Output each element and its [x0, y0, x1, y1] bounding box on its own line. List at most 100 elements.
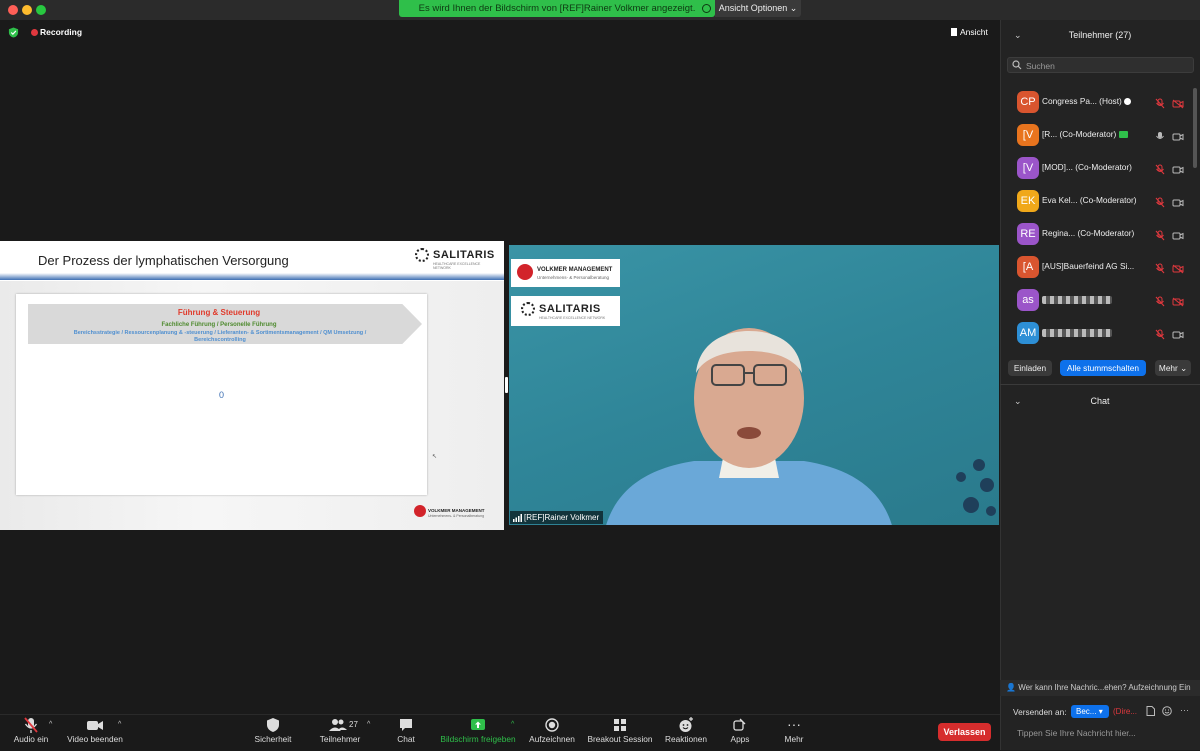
participants-icon [329, 719, 347, 731]
participant-row[interactable]: RE Regina... (Co-Moderator) [1000, 218, 1190, 250]
participants-count: 27 [349, 720, 358, 729]
participant-row[interactable]: [V [R... (Co-Moderator) [1000, 119, 1190, 151]
slide-detail: Bereichsstrategie / Ressourcenplanung & … [73, 330, 367, 343]
camera-off-icon[interactable] [1172, 294, 1184, 312]
participant-row[interactable]: as [1000, 284, 1190, 316]
recording-dot-icon [31, 29, 38, 36]
camera-icon[interactable] [1172, 327, 1184, 345]
camera-icon[interactable] [1172, 228, 1184, 246]
file-icon[interactable] [1146, 706, 1155, 716]
microphone-muted-icon[interactable] [1155, 294, 1165, 312]
security-button[interactable]: Sicherheit [250, 716, 296, 748]
participants-button[interactable]: 27 Teilnehmer [314, 716, 366, 748]
invite-button[interactable]: Einladen [1008, 360, 1052, 376]
salitaris-mark-icon [415, 248, 429, 262]
microphone-muted-icon[interactable] [1155, 96, 1165, 114]
chat-label: Chat [397, 734, 415, 744]
chat-title: Chat [1090, 396, 1110, 406]
person-icon: 👤 [1006, 683, 1016, 692]
recording-label[interactable]: Recording [40, 27, 82, 37]
more-options-icon[interactable]: ··· [1180, 705, 1189, 715]
participant-row[interactable]: [V [MOD]... (Co-Moderator) [1000, 152, 1190, 184]
microphone-icon[interactable] [1155, 129, 1165, 147]
participant-row[interactable]: [A [AUS]Bauerfeind AG Si... [1000, 251, 1190, 283]
salitaris-logo: SALITARIS HEALTHCARE EXCELLENCE NETWORK [413, 245, 495, 271]
cursor-icon: ↖ [432, 454, 438, 460]
participant-search-input[interactable] [1024, 58, 1188, 74]
audio-options-caret-icon[interactable]: ^ [49, 721, 52, 728]
view-button[interactable]: Ansicht [951, 27, 988, 37]
participant-name [1042, 294, 1112, 304]
microphone-muted-icon[interactable] [1155, 162, 1165, 180]
participant-row[interactable]: AM [1000, 317, 1190, 349]
share-screen-button[interactable]: Bildschirm freigeben [436, 716, 520, 748]
view-label: Ansicht [960, 27, 988, 37]
chat-button[interactable]: Chat [390, 716, 422, 748]
mute-all-button[interactable]: Alle stummschalten [1060, 360, 1146, 376]
microphone-muted-icon[interactable] [1155, 261, 1165, 279]
avatar: RE [1017, 223, 1039, 245]
participant-row[interactable]: EK Eva Kel... (Co-Moderator) [1000, 185, 1190, 217]
volkmer-mark-icon [414, 505, 426, 517]
maximize-window-button[interactable] [36, 5, 46, 15]
participant-person-image [606, 328, 892, 525]
camera-off-icon[interactable] [1172, 261, 1184, 279]
shared-slide: Der Prozess der lymphatischen Versorgung… [0, 241, 504, 530]
view-layout-icon [951, 28, 957, 36]
send-to-dropdown[interactable]: Bec... ▾ [1071, 705, 1109, 718]
participants-options-caret-icon[interactable]: ^ [367, 721, 370, 728]
camera-off-icon[interactable] [1172, 96, 1184, 114]
chevron-down-icon: ▾ [1098, 707, 1103, 716]
more-button[interactable]: ··· Mehr [780, 716, 808, 748]
microphone-muted-icon[interactable] [1155, 327, 1165, 345]
share-screen-icon [471, 719, 485, 730]
participants-scrollbar[interactable] [1193, 88, 1197, 168]
screen-share-banner: Es wird Ihnen der Bildschirm von [REF]Ra… [399, 0, 715, 17]
apps-button[interactable]: Apps [726, 716, 754, 748]
camera-icon[interactable] [1172, 129, 1184, 147]
avatar: [A [1017, 256, 1039, 278]
share-banner-text: Es wird Ihnen der Bildschirm von [REF]Ra… [418, 3, 696, 14]
camera-icon[interactable] [1172, 162, 1184, 180]
split-view-handle[interactable] [505, 377, 508, 393]
share-options-caret-icon[interactable]: ^ [511, 721, 514, 728]
share-screen-label: Bildschirm freigeben [440, 734, 516, 744]
participant-name: Eva Kel... (Co-Moderator) [1042, 195, 1137, 205]
chat-header: ⌄ Chat [1000, 393, 1200, 411]
redacted-name [1042, 295, 1112, 304]
avatar: AM [1017, 322, 1039, 344]
avatar: EK [1017, 190, 1039, 212]
video-button[interactable]: Video beenden [64, 716, 126, 748]
view-options-button[interactable]: Ansicht Optionen ⌄ [715, 0, 801, 17]
chat-message-input[interactable] [1015, 725, 1189, 741]
volkmer-logo: VOLKMER MANAGEMENT Unternehmens- & Perso… [511, 259, 620, 287]
minimize-window-button[interactable] [22, 5, 32, 15]
video-camera-icon [87, 721, 103, 730]
video-options-caret-icon[interactable]: ^ [118, 721, 121, 728]
microphone-muted-icon[interactable] [1155, 228, 1165, 246]
record-button[interactable]: Aufzeichnen [526, 716, 578, 748]
audio-label: Audio ein [13, 734, 49, 744]
background-dots-graphic [956, 459, 996, 516]
slide-title-bar [0, 273, 504, 280]
participant-row[interactable]: CP Congress Pa... (Host) [1000, 86, 1190, 118]
more-dots-icon: ··· [787, 716, 801, 732]
microphone-muted-icon[interactable] [1155, 195, 1165, 213]
microphone-muted-icon [24, 717, 38, 733]
camera-icon[interactable] [1172, 195, 1184, 213]
apps-label: Apps [730, 734, 750, 744]
reactions-button[interactable]: Reaktionen [662, 716, 710, 748]
audio-button[interactable]: Audio ein [8, 716, 54, 748]
apps-icon [733, 718, 746, 731]
chat-visibility-notice[interactable]: 👤 Wer kann Ihre Nachric...ehen? Aufzeich… [1000, 680, 1200, 696]
avatar: [V [1017, 157, 1039, 179]
volkmer-mark-icon [517, 264, 533, 280]
chevron-down-icon: ⌄ [1180, 363, 1188, 373]
emoji-icon[interactable] [1162, 706, 1172, 716]
close-window-button[interactable] [8, 5, 18, 15]
more-label: Mehr [784, 734, 804, 744]
participants-more-button[interactable]: Mehr ⌄ [1155, 360, 1191, 376]
participant-video-tile[interactable]: VOLKMER MANAGEMENT Unternehmens- & Perso… [509, 245, 999, 525]
breakout-session-button[interactable]: Breakout Session [585, 716, 655, 748]
leave-button[interactable]: Verlassen [938, 723, 991, 741]
